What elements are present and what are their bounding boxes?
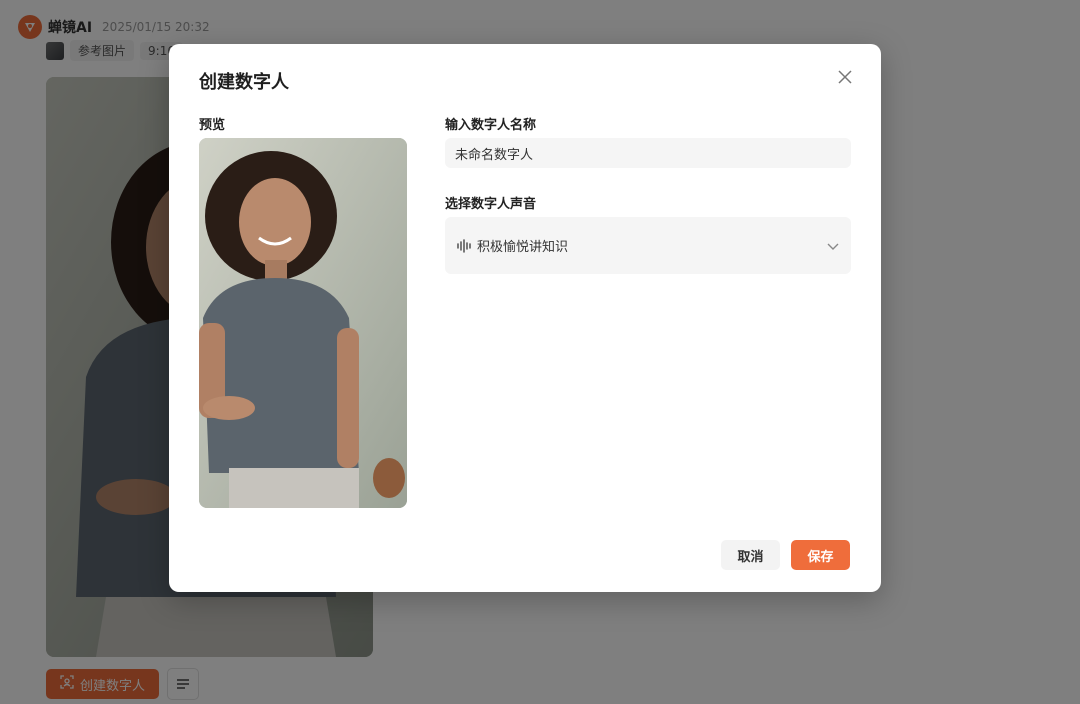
chevron-down-icon: [827, 236, 839, 255]
save-button[interactable]: 保存: [791, 540, 850, 570]
create-digital-human-dialog: 创建数字人 预览 输入数字人名称 选择数字人声音: [169, 44, 881, 592]
name-input[interactable]: [445, 138, 851, 168]
close-icon: [838, 69, 852, 88]
cancel-button[interactable]: 取消: [721, 540, 780, 570]
voice-selected-value: 积极愉悦讲知识: [477, 240, 569, 255]
voice-select[interactable]: 积极愉悦讲知识: [445, 217, 851, 274]
preview-image: [199, 138, 407, 508]
name-field-label: 输入数字人名称: [445, 118, 537, 133]
voice-field-label: 选择数字人声音: [445, 197, 537, 212]
preview-label: 预览: [199, 118, 226, 133]
dialog-title: 创建数字人: [199, 72, 289, 93]
soundwave-icon: [457, 238, 473, 254]
close-button[interactable]: [835, 68, 855, 88]
